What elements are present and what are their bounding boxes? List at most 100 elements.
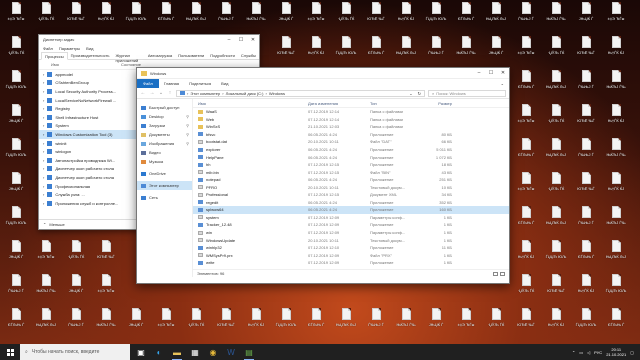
file-row[interactable]: Web 07.12.2019 12:14 Папка с файлами [193,116,509,124]
file-row[interactable]: bfsvc 06.05.2021 4:24 Приложение 80 КБ [193,131,509,139]
desktop-file-icon[interactable]: ЈЊЏЌ Ѓ [482,36,510,66]
up-arrow-icon[interactable]: ↑ [167,90,173,96]
start-button[interactable] [0,344,20,360]
file-row[interactable]: WinSxS 21.10.2021 12:03 Папка с файлами [193,123,509,131]
file-row[interactable]: mib.bin 07.12.2019 12:15 Файл "BIN" 43 КБ [193,168,509,176]
chevron-up-icon[interactable]: ⌃ [43,222,46,227]
nav-item[interactable]: Видео [137,148,192,157]
desktop-file-icon[interactable]: ·ЏЎЉ ЃЌ [512,274,540,304]
chevron-down-icon[interactable]: ⌄ [409,91,412,96]
desktop-file-icon[interactable]: Њ†ЃЌ ЌЈ [602,36,630,66]
nav-item[interactable]: Desktop ⚲ [137,112,192,121]
clock[interactable]: 20:11 21.10.2021 [606,347,626,357]
desktop-file-icon[interactable]: ЈЊЏЌ Ѓ [422,308,450,338]
minimize-button[interactable]: – [473,69,485,78]
desktop-file-icon[interactable]: ЊЏЂЌ ЉЈ [542,138,570,168]
desktop-file-icon[interactable]: Њ†ЃЌ ЌЈ [602,104,630,134]
chevron-right-icon[interactable]: › [43,149,44,154]
desktop-file-icon[interactable]: ±‡Э ЂЃж [512,172,540,202]
chevron-right-icon[interactable]: › [43,184,44,189]
chevron-right-icon[interactable]: › [43,106,44,111]
desktop-file-icon[interactable]: ЈЊЏЌ Ѓ [572,2,600,32]
file-explorer-window[interactable]: Windows – ☐ ✕ Файл Главная Поделиться Вид ⌄… [136,67,510,284]
nav-item[interactable]: Этот компьютер [137,181,192,190]
desktop-file-icon[interactable]: ±‡Э ЂЃж [92,274,120,304]
desktop-file-icon[interactable]: ЊЏЂЌ ЉЈ [602,240,630,270]
fewer-details-link[interactable]: Меньше [49,222,64,227]
desktop-file-icon[interactable]: ЊЌЂЈ Ѓ‰ [32,274,60,304]
taskbar-search-box[interactable]: ⌕ Чтобы начать поиск, введите [20,344,130,360]
desktop-file-icon[interactable]: ЊЌЂЈ Ѓ‰ [602,206,630,236]
desktop-file-icon[interactable]: ·ЏЎЉ ЃЌ [542,36,570,66]
desktop-file-icon[interactable]: ±‡Э ЂЃж [512,36,540,66]
chevron-right-icon[interactable]: › [43,192,44,197]
chevron-right-icon[interactable]: › [43,175,44,180]
file-row[interactable]: write 07.12.2019 12:09 Приложение 1 КБ [193,259,509,267]
desktop-file-icon[interactable]: ЊЏЂЌ ЉЈ [182,2,210,32]
desktop-file-icon[interactable]: ЄЃЉЊ Ѓ [512,206,540,236]
desktop-file-icon[interactable]: ±‡Э ЂЃж [32,240,60,270]
column-name[interactable]: Имя [51,62,121,67]
menu-item[interactable]: Файл [43,46,53,51]
chevron-right-icon[interactable]: › [43,166,44,171]
desktop-file-icon[interactable]: ЄЃЉЊ Ѓ [452,2,480,32]
chrome-taskbar-button[interactable]: ◉ [204,344,222,360]
desktop-file-icon[interactable]: ЄЃЉЊ Ѓ [512,70,540,100]
desktop-file-icon[interactable]: ЊЌЂЈ Ѓ‰ [452,36,480,66]
desktop-file-icon[interactable]: Ѓ‰ЊЈ Ѓ [572,206,600,236]
desktop-file-icon[interactable]: ·ЏЎЉ ЃЌ [62,240,90,270]
file-row[interactable]: bootstat.dat 20.10.2021 10:11 Файл "DAT" 66… [193,138,509,146]
desktop-file-icon[interactable]: ±‡Э ЂЃж [2,2,30,32]
chevron-right-icon[interactable]: › [43,141,44,146]
desktop-file-icon[interactable]: Њ†ЃЌ ЌЈ [242,308,270,338]
tab[interactable]: Журнал приложений [113,52,145,63]
network-icon[interactable]: ▭ [579,350,583,355]
task-view-taskbar-button[interactable]: ▣ [132,344,150,360]
desktop-file-icon[interactable]: ЃЏЏЂ ЮЉ [2,138,30,168]
desktop-file-icon[interactable]: ЄЃЉЊ Ѓ [362,36,390,66]
desktop-file-icon[interactable]: ЊЏЂЌ ЉЈ [542,206,570,236]
desktop-file-icon[interactable]: ±‡Э ЂЃж [452,308,480,338]
desktop-file-icon[interactable]: ЮЂЁ ‰Ѓ [362,2,390,32]
close-button[interactable]: ✕ [497,69,509,78]
column-date[interactable]: Дата изменения [308,101,370,106]
explorer-taskbar-button[interactable]: ▬ [168,344,186,360]
desktop-file-icon[interactable]: ЮЂЁ ‰Ѓ [272,36,300,66]
desktop-file-icon[interactable]: Њ†ЃЌ ЌЈ [542,308,570,338]
desktop-file-icon[interactable]: ЊЏЂЌ ЉЈ [392,36,420,66]
desktop-file-icon[interactable]: ±‡Э ЂЃж [152,308,180,338]
nav-item[interactable]: Быстрый доступ [137,103,192,112]
desktop-file-icon[interactable]: ЮЂЁ ‰Ѓ [92,240,120,270]
file-row[interactable]: HelpPane 06.05.2021 4:24 Приложение 1 072 К… [193,153,509,161]
task-manager-titlebar[interactable]: Диспетчер задач – ☐ ✕ [39,35,259,44]
desktop-file-icon[interactable]: ЮЂЁ ‰Ѓ [542,274,570,304]
nav-item[interactable]: Сеть [137,193,192,202]
desktop-file-icon[interactable]: ЄЃЉЊ Ѓ [512,138,540,168]
desktop-file-icon[interactable]: ЃЏЏЂ ЮЉ [2,70,30,100]
file-row[interactable]: WMSysPr9.prx 07.12.2019 12:09 Файл "PRX" 1 … [193,251,509,259]
file-row[interactable]: WaaS 07.12.2019 12:14 Папка с файлами [193,108,509,116]
desktop-file-icon[interactable]: Њ†ЃЌ ЌЈ [572,274,600,304]
desktop-file-icon[interactable]: ЃЏЏЂ ЮЉ [422,2,450,32]
desktop-file-icon[interactable]: Ѓ‰ЊЈ Ѓ [422,36,450,66]
desktop-file-icon[interactable]: ЊЌЂЈ Ѓ‰ [242,2,270,32]
explorer-titlebar[interactable]: Windows – ☐ ✕ [137,68,509,79]
desktop-file-icon[interactable]: Ѓ‰ЊЈ Ѓ [572,138,600,168]
desktop-file-icon[interactable]: ЊЏЂЌ ЉЈ [542,70,570,100]
nav-item[interactable]: OneDrive [137,169,192,178]
address-bar[interactable]: › Этот компьютер › Локальный диск (C:) › Wind… [176,89,425,97]
tab[interactable]: Автозагрузка [145,52,175,59]
desktop-file-icon[interactable]: ±‡Э ЂЃж [602,2,630,32]
desktop-file-icon[interactable]: ЮЂЁ ‰Ѓ [212,308,240,338]
desktop-file-icon[interactable]: Њ†ЃЌ ЌЈ [92,2,120,32]
desktop-file-icon[interactable]: ЮЂЁ ‰Ѓ [572,36,600,66]
breadcrumb-item[interactable]: Windows [269,91,285,96]
menu-item[interactable]: Вид [86,46,93,51]
file-row[interactable]: winhlp32 07.12.2019 12:10 Приложение 11 КБ [193,244,509,252]
file-row[interactable]: explorer 06.05.2021 4:24 Приложение 5 011 К… [193,146,509,154]
chevron-right-icon[interactable]: › [43,115,44,120]
file-row[interactable]: notepad 06.05.2021 4:24 Приложение 251 КБ [193,176,509,184]
maximize-button[interactable]: ☐ [235,35,247,44]
desktop-file-icon[interactable]: Ѓ‰ЊЈ Ѓ [572,70,600,100]
large-icons-view-icon[interactable] [500,271,505,276]
